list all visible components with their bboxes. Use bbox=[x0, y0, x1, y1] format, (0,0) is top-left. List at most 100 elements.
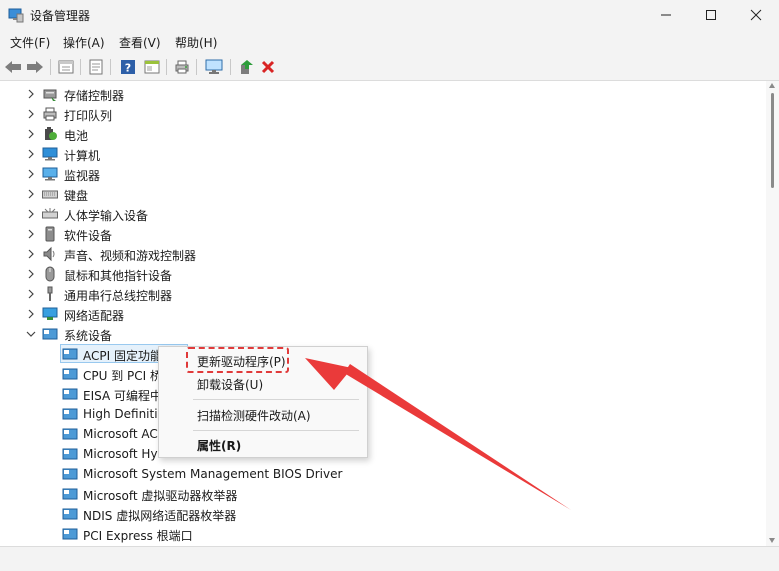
tree-category-label: 系统设备 bbox=[64, 329, 113, 343]
tree-category[interactable]: 监视器 bbox=[0, 164, 766, 184]
device-manager-icon bbox=[8, 8, 24, 23]
tree-device[interactable]: PCI Express 根端口 bbox=[0, 524, 766, 544]
panel-button[interactable] bbox=[142, 57, 162, 77]
tree-category[interactable]: 人体学输入设备 bbox=[0, 204, 766, 224]
back-icon bbox=[5, 61, 21, 73]
chevron-right-icon[interactable] bbox=[25, 188, 37, 200]
menu-help[interactable]: 帮助(H) bbox=[175, 34, 217, 51]
tree-category-label: 存储控制器 bbox=[64, 89, 125, 103]
scrollbar-thumb[interactable] bbox=[771, 93, 774, 188]
scan-monitor-button[interactable] bbox=[204, 57, 224, 77]
chevron-right-icon[interactable] bbox=[25, 128, 37, 140]
menu-action[interactable]: 操作(A) bbox=[63, 34, 105, 51]
tree-device[interactable]: Microsoft Hy bbox=[0, 444, 766, 464]
system-device-icon bbox=[42, 328, 58, 340]
tree-category[interactable]: 计算机 bbox=[0, 144, 766, 164]
toolbar-separator bbox=[50, 59, 51, 75]
software-device-icon bbox=[45, 226, 55, 242]
monitor-icon bbox=[42, 167, 58, 181]
tree-device[interactable]: Microsoft 虚拟驱动器枚举器 bbox=[0, 484, 766, 504]
tree-device[interactable]: NDIS 虚拟网络适配器枚举器 bbox=[0, 504, 766, 524]
forward-button[interactable] bbox=[25, 57, 45, 77]
back-button[interactable] bbox=[3, 57, 23, 77]
storage-controller-icon bbox=[43, 89, 57, 101]
tree-category-label: 计算机 bbox=[64, 149, 101, 163]
tree-category[interactable]: 网络适配器 bbox=[0, 304, 766, 324]
uninstall-button[interactable] bbox=[258, 57, 278, 77]
properties-view-button[interactable] bbox=[56, 57, 76, 77]
tree-category-expanded[interactable]: 系统设备 bbox=[0, 324, 766, 344]
tree-device-label: CPU 到 PCI 桥 bbox=[83, 369, 162, 383]
keyboard-icon bbox=[42, 190, 58, 199]
device-sheet-icon bbox=[89, 59, 103, 75]
device-sheet-button[interactable] bbox=[86, 57, 106, 77]
menu-view[interactable]: 查看(V) bbox=[119, 34, 161, 51]
chevron-right-icon[interactable] bbox=[25, 308, 37, 320]
tree-category[interactable]: 软件设备 bbox=[0, 224, 766, 244]
chevron-right-icon[interactable] bbox=[25, 288, 37, 300]
tree-device[interactable]: CPU 到 PCI 桥 bbox=[0, 364, 766, 384]
system-device-icon bbox=[62, 468, 78, 480]
tree-category-label: 通用串行总线控制器 bbox=[64, 289, 173, 303]
update-driver-button[interactable] bbox=[236, 57, 256, 77]
tree-category[interactable]: 键盘 bbox=[0, 184, 766, 204]
toolbar: ? bbox=[0, 54, 779, 81]
tree-category[interactable]: 声音、视频和游戏控制器 bbox=[0, 244, 766, 264]
chevron-right-icon[interactable] bbox=[25, 148, 37, 160]
tree-category[interactable]: 电池 bbox=[0, 124, 766, 144]
chevron-right-icon[interactable] bbox=[25, 108, 37, 120]
chevron-right-icon[interactable] bbox=[25, 88, 37, 100]
toolbar-separator bbox=[230, 59, 231, 75]
toolbar-separator bbox=[110, 59, 111, 75]
tree-category-label: 电池 bbox=[64, 129, 89, 143]
help-button[interactable]: ? bbox=[118, 57, 138, 77]
vertical-scrollbar[interactable] bbox=[766, 81, 779, 546]
menu-file[interactable]: 文件(F) bbox=[10, 34, 50, 51]
chevron-down-icon[interactable] bbox=[25, 328, 37, 340]
window-title: 设备管理器 bbox=[30, 9, 91, 23]
chevron-right-icon[interactable] bbox=[25, 228, 37, 240]
tree-category-label: 网络适配器 bbox=[64, 309, 125, 323]
help-icon: ? bbox=[121, 60, 135, 75]
chevron-right-icon[interactable] bbox=[25, 208, 37, 220]
forward-icon bbox=[27, 61, 43, 73]
tree-category[interactable]: 存储控制器 bbox=[0, 84, 766, 104]
tree-device-label: High Definitio bbox=[83, 407, 165, 421]
context-menu-uninstall-device[interactable]: 卸载设备(U) bbox=[197, 376, 263, 393]
chevron-right-icon[interactable] bbox=[25, 268, 37, 280]
system-device-icon bbox=[62, 348, 78, 360]
title-bar: 设备管理器 bbox=[0, 0, 779, 30]
tree-category[interactable]: 鼠标和其他指针设备 bbox=[0, 264, 766, 284]
tree-device-selected[interactable]: ACPI 固定功能 bbox=[0, 344, 766, 364]
tree-category[interactable]: 通用串行总线控制器 bbox=[0, 284, 766, 304]
system-device-icon bbox=[62, 488, 78, 500]
close-button[interactable] bbox=[733, 0, 779, 30]
context-menu-scan-hardware[interactable]: 扫描检测硬件改动(A) bbox=[197, 407, 311, 424]
tree-category-label: 鼠标和其他指针设备 bbox=[64, 269, 173, 283]
context-menu-properties[interactable]: 属性(R) bbox=[197, 437, 241, 454]
scroll-up-icon[interactable] bbox=[769, 83, 775, 88]
device-tree[interactable]: 存储控制器 打印队列 电池 计算机 监视器 键盘 人体学输入设备 软件设备 声音 bbox=[0, 81, 766, 546]
system-device-icon bbox=[62, 368, 78, 380]
tree-device[interactable]: EISA 可编程中 bbox=[0, 384, 766, 404]
tree-device[interactable]: High Definitio bbox=[0, 404, 766, 424]
tree-device[interactable]: Microsoft AC bbox=[0, 424, 766, 444]
tree-device-label: Microsoft System Management BIOS Driver bbox=[83, 467, 343, 481]
printer-icon bbox=[43, 107, 57, 121]
maximize-button[interactable] bbox=[688, 0, 734, 30]
usb-icon bbox=[47, 286, 53, 301]
tree-device-label: EISA 可编程中 bbox=[83, 389, 162, 403]
tree-category[interactable]: 打印队列 bbox=[0, 104, 766, 124]
print-icon bbox=[175, 60, 189, 74]
toolbar-separator bbox=[196, 59, 197, 75]
tree-device[interactable]: Microsoft System Management BIOS Driver bbox=[0, 464, 766, 484]
tree-device-label: NDIS 虚拟网络适配器枚举器 bbox=[83, 509, 237, 523]
toolbar-separator bbox=[166, 59, 167, 75]
tree-device-label: PCI Express 根端口 bbox=[83, 529, 193, 543]
computer-icon bbox=[42, 147, 58, 161]
minimize-button[interactable] bbox=[643, 0, 689, 30]
chevron-right-icon[interactable] bbox=[25, 248, 37, 260]
print-button[interactable] bbox=[172, 57, 192, 77]
chevron-right-icon[interactable] bbox=[25, 168, 37, 180]
scroll-down-icon[interactable] bbox=[769, 538, 775, 543]
